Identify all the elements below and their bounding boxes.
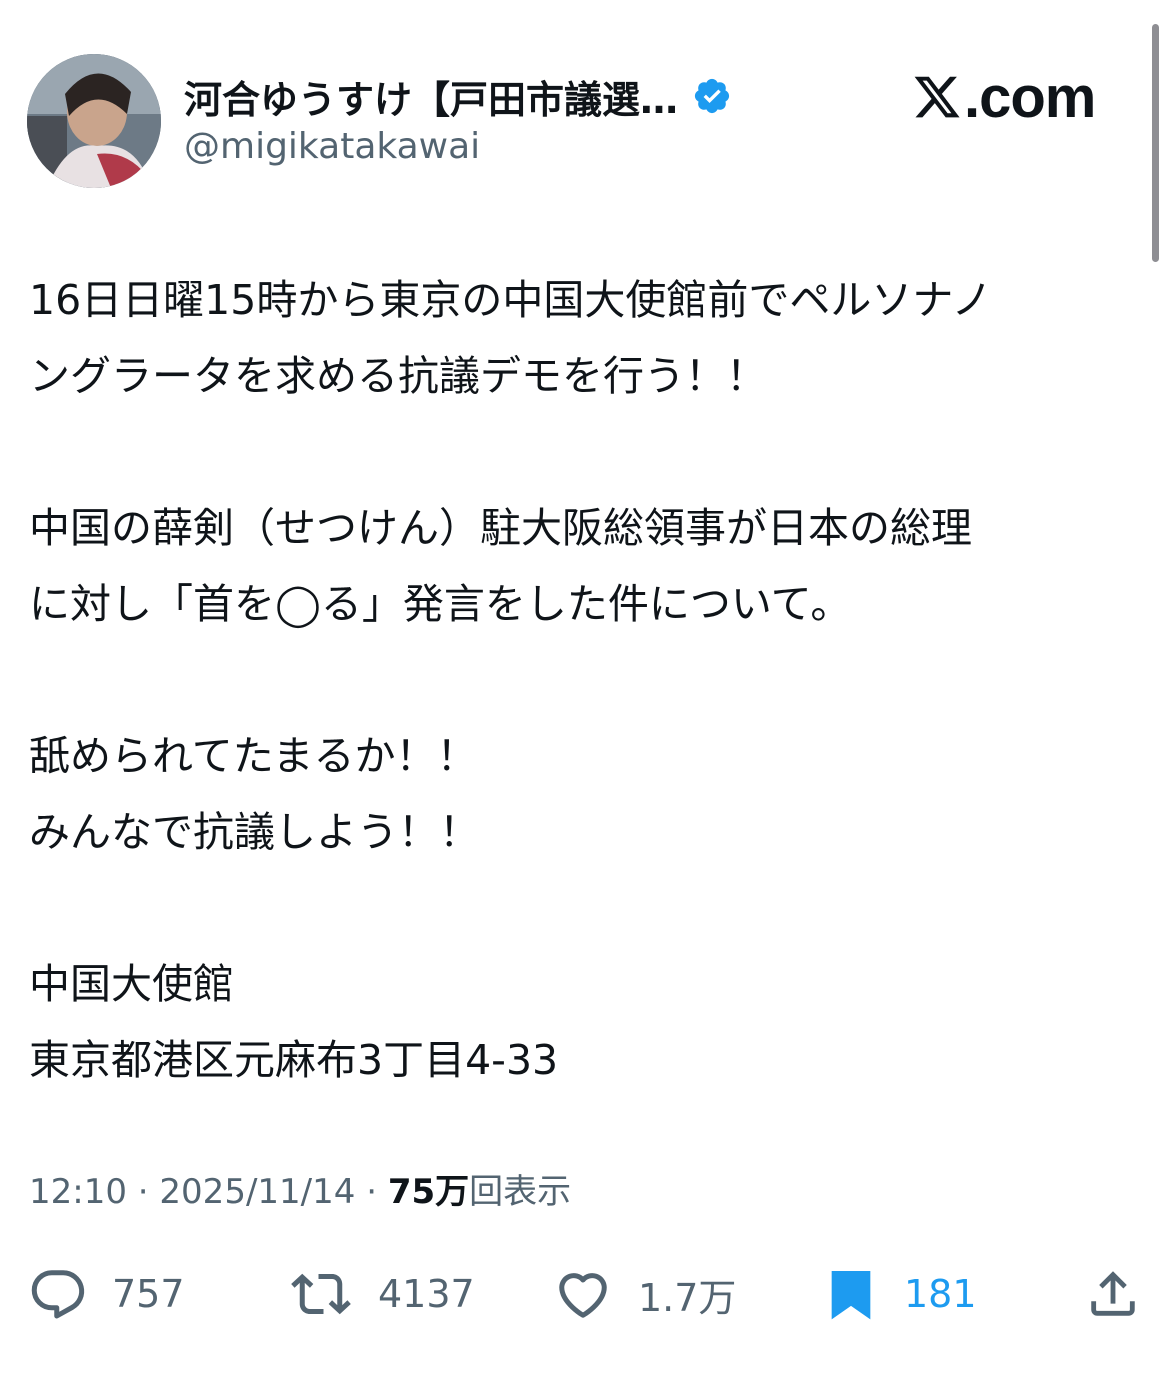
repost-button[interactable]: 4137 [288, 1262, 475, 1326]
tweet-line: 東京都港区元麻布3丁目4-33 [29, 1036, 559, 1084]
scrollbar[interactable] [1152, 24, 1159, 262]
reply-button[interactable]: 757 [28, 1262, 185, 1326]
avatar-photo [27, 54, 161, 188]
like-button[interactable]: 1.7万 [552, 1262, 736, 1326]
share-button[interactable] [1084, 1262, 1142, 1326]
views-label: 回表示 [469, 1172, 572, 1212]
site-name: .com [964, 64, 1096, 130]
x-logo-icon [914, 76, 960, 118]
verified-badge-icon [694, 78, 730, 114]
meta-separator: · [137, 1172, 149, 1212]
reply-icon [31, 1270, 85, 1319]
author-name-row[interactable]: 河合ゆうすけ【戸田市議選… [184, 70, 732, 122]
tweet-line: みんなで抗議しよう！！ [29, 808, 480, 856]
author-display-name[interactable]: 河合ゆうすけ【戸田市議選… [184, 69, 678, 124]
action-bar: 757 4137 1.7万 181 [0, 1262, 1170, 1326]
tweet-line: 中国大使館 [29, 960, 234, 1008]
author-handle[interactable]: @migikatakawai [184, 126, 480, 167]
tweet-line: 16日日曜15時から東京の中国大使館前でペルソナノ [29, 276, 993, 324]
tweet-text: 16日日曜15時から東京の中国大使館前でペルソナノ ングラータを求める抗議デモを… [29, 262, 1139, 1098]
tweet-line: 中国の薛剣（せつけん）駐大阪総領事が日本の総理 [29, 504, 972, 552]
repost-count: 4137 [378, 1272, 475, 1316]
site-logo: .com [912, 64, 1096, 130]
repost-icon [291, 1273, 351, 1315]
reply-count: 757 [112, 1272, 185, 1316]
bookmark-button[interactable]: 181 [822, 1262, 977, 1326]
author-avatar[interactable] [27, 54, 161, 188]
tweet-date[interactable]: 2025/11/14 [159, 1172, 355, 1212]
tweet-time[interactable]: 12:10 [29, 1172, 127, 1212]
tweet-line: ングラータを求める抗議デモを行う！！ [29, 352, 767, 400]
like-count: 1.7万 [638, 1275, 737, 1320]
bookmark-icon [831, 1271, 871, 1320]
views-count: 75万 [387, 1172, 470, 1212]
share-icon [1091, 1271, 1135, 1316]
heart-icon [559, 1273, 607, 1318]
meta-separator: · [366, 1172, 378, 1212]
tweet-line: 舐められてたまるか！！ [29, 732, 478, 780]
bookmark-count: 181 [904, 1272, 977, 1316]
tweet-meta: 12:10 · 2025/11/14 · 75万回表示 [29, 1166, 571, 1218]
tweet-line: に対し「首を◯る」発言をした件について。 [29, 580, 852, 628]
